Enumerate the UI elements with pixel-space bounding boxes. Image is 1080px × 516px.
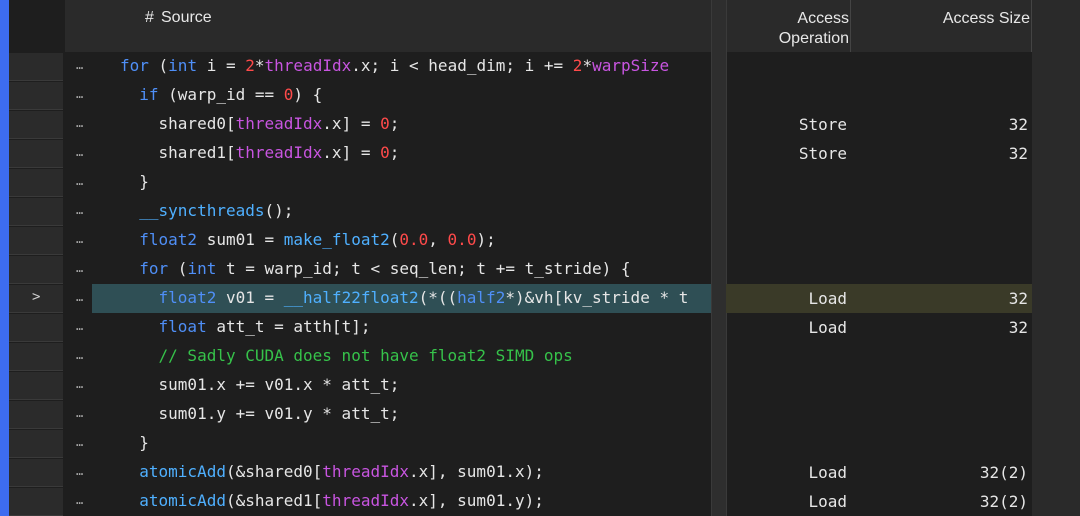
access-operation-cell: Load (808, 318, 847, 337)
source-line: float2 v01 = __half22float2(*((half2*)&v… (158, 288, 689, 307)
access-operation-cell: Load (808, 492, 847, 511)
row-header[interactable] (9, 314, 63, 342)
row-header[interactable] (9, 256, 63, 284)
row-expander[interactable]: … (76, 406, 83, 420)
source-line: sum01.y += v01.y * att_t; (120, 404, 400, 423)
access-operation-cell: Load (808, 289, 847, 308)
row-header[interactable] (9, 169, 63, 197)
column-header-line-number[interactable]: # (145, 9, 154, 27)
table-row[interactable]: … sum01.y += v01.y * att_t; (0, 400, 1080, 429)
table-row[interactable]: … __syncthreads(); (0, 197, 1080, 226)
row-expander[interactable]: … (76, 319, 83, 333)
table-row[interactable]: … if (warp_id == 0) { (0, 81, 1080, 110)
source-line: if (warp_id == 0) { (139, 85, 323, 104)
source-line: } (120, 433, 149, 452)
table-row[interactable]: … } (0, 168, 1080, 197)
row-expander[interactable]: … (76, 377, 83, 391)
source-line: shared1[threadIdx.x] = 0; (120, 143, 400, 162)
table-row-selected[interactable]: > … float2 v01 = __half22float2(*((half2… (0, 284, 1080, 313)
source-line: float2 sum01 = make_float2(0.0, 0.0); (139, 230, 496, 249)
row-expander[interactable]: … (76, 174, 83, 188)
row-expander[interactable]: … (76, 348, 83, 362)
source-line: shared0[threadIdx.x] = 0; (120, 114, 400, 133)
source-line: } (120, 172, 149, 191)
row-header[interactable] (9, 111, 63, 139)
row-header[interactable] (9, 343, 63, 371)
source-line: sum01.x += v01.x * att_t; (120, 375, 400, 394)
row-header[interactable] (9, 401, 63, 429)
current-line-marker: > (32, 289, 41, 305)
row-expander[interactable]: … (76, 203, 83, 217)
row-header[interactable] (9, 53, 63, 81)
table-row[interactable]: … shared0[threadIdx.x] = 0; Store 32 (0, 110, 1080, 139)
source-line: atomicAdd(&shared0[threadIdx.x], sum01.x… (139, 462, 544, 481)
column-header-source[interactable]: Source (161, 9, 212, 27)
table-row[interactable]: … shared1[threadIdx.x] = 0; Store 32 (0, 139, 1080, 168)
table-row[interactable]: … float2 sum01 = make_float2(0.0, 0.0); (0, 226, 1080, 255)
row-header[interactable] (9, 488, 63, 516)
row-expander[interactable]: … (76, 58, 83, 72)
row-expander[interactable]: … (76, 145, 83, 159)
source-line: // Sadly CUDA does not have float2 SIMD … (120, 346, 573, 365)
row-expander[interactable]: … (76, 261, 83, 275)
source-line: __syncthreads(); (139, 201, 294, 220)
row-expander[interactable]: … (76, 464, 83, 478)
access-size-cell: 32 (1008, 318, 1028, 337)
source-line: float att_t = atth[t]; (158, 317, 371, 336)
row-expander[interactable]: … (76, 87, 83, 101)
source-line: atomicAdd(&shared1[threadIdx.x], sum01.y… (139, 491, 544, 510)
access-size-cell: 32(2) (979, 463, 1028, 482)
source-line: for (int t = warp_id; t < seq_len; t += … (139, 259, 631, 278)
access-size-cell: 32(2) (979, 492, 1028, 511)
table-row[interactable]: … sum01.x += v01.x * att_t; (0, 371, 1080, 400)
row-header[interactable] (9, 227, 63, 255)
column-header-access-size[interactable]: Access Size (938, 9, 1030, 29)
row-header[interactable] (9, 372, 63, 400)
access-size-cell: 32 (1008, 115, 1028, 134)
access-operation-cell: Load (808, 463, 847, 482)
table-row[interactable]: … float att_t = atth[t]; Load 32 (0, 313, 1080, 342)
table-row[interactable]: … for (int i = 2*threadIdx.x; i < head_d… (0, 52, 1080, 81)
row-expander[interactable]: … (76, 290, 83, 304)
row-expander[interactable]: … (76, 435, 83, 449)
access-size-cell: 32 (1008, 144, 1028, 163)
row-header[interactable] (9, 459, 63, 487)
source-line: for (int i = 2*threadIdx.x; i < head_dim… (120, 56, 670, 75)
row-header[interactable] (9, 82, 63, 110)
row-header[interactable] (9, 198, 63, 226)
table-row[interactable]: … } (0, 429, 1080, 458)
column-header-access-operation[interactable]: Access Operation (732, 9, 849, 49)
access-operation-cell: Store (798, 115, 847, 134)
access-operation-cell: Store (798, 144, 847, 163)
table-row[interactable]: … atomicAdd(&shared0[threadIdx.x], sum01… (0, 458, 1080, 487)
row-expander[interactable]: … (76, 232, 83, 246)
row-header[interactable] (9, 430, 63, 458)
table-row[interactable]: … // Sadly CUDA does not have float2 SIM… (0, 342, 1080, 371)
table-row[interactable]: … for (int t = warp_id; t < seq_len; t +… (0, 255, 1080, 284)
access-size-cell: 32 (1008, 289, 1028, 308)
column-divider[interactable] (850, 0, 851, 52)
table-header: # Source (65, 0, 1080, 52)
source-table: … for (int i = 2*threadIdx.x; i < head_d… (0, 52, 1080, 516)
table-row[interactable]: … atomicAdd(&shared1[threadIdx.x], sum01… (0, 487, 1080, 516)
row-expander[interactable]: … (76, 116, 83, 130)
row-header[interactable] (9, 140, 63, 168)
row-expander[interactable]: … (76, 493, 83, 507)
